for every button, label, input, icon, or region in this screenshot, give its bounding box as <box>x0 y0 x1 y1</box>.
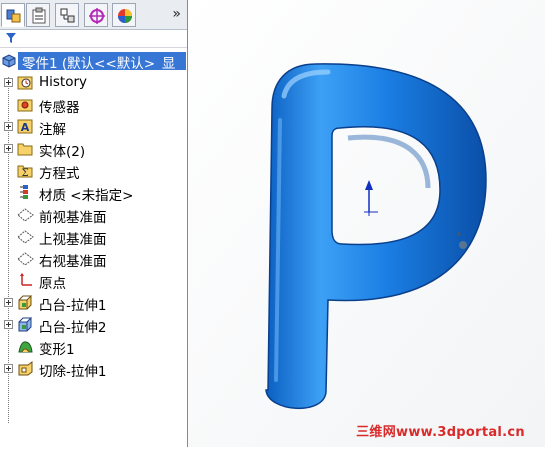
tab-displaymanager[interactable] <box>112 3 136 27</box>
deform-icon <box>18 341 33 353</box>
sensor-icon <box>17 99 33 112</box>
plane-icon <box>17 208 34 222</box>
history-icon <box>17 76 33 90</box>
svg-text:Σ: Σ <box>21 168 28 179</box>
tab-overflow-button[interactable]: » <box>172 6 181 22</box>
material-icon <box>20 185 28 199</box>
tree-item-label: 原点 <box>39 276 66 292</box>
tree-item-label: 材质 <未指定> <box>39 188 134 204</box>
filter-bar[interactable] <box>0 30 187 48</box>
tree-item-label: 注解 <box>39 122 66 138</box>
tree-item-material[interactable]: 材质 <未指定> <box>0 182 186 204</box>
tree-item-boss-extrude-1[interactable]: 凸台-拉伸1 <box>0 292 186 314</box>
tree-item-solid-bodies[interactable]: 实体(2) <box>0 138 186 160</box>
solid-bodies-folder-icon <box>17 143 33 156</box>
tab-configurationmanager[interactable] <box>55 3 79 27</box>
tree-item-origin[interactable]: 原点 <box>0 270 186 292</box>
equations-icon: Σ <box>17 165 33 179</box>
boss-extrude-icon <box>18 294 32 310</box>
tab-propertymanager[interactable] <box>26 3 50 27</box>
tree-item-label: 变形1 <box>39 342 75 358</box>
tree-item-equations[interactable]: Σ 方程式 <box>0 160 186 182</box>
tree-item-sensors[interactable]: 传感器 <box>0 94 186 116</box>
cut-extrude-icon <box>18 361 33 376</box>
expand-toggle[interactable] <box>4 298 13 307</box>
tree-item-cut-extrude-1[interactable]: 切除-拉伸1 <box>0 358 186 380</box>
tab-dimxpertmanager[interactable] <box>84 3 108 27</box>
tree-item-label: 上视基准面 <box>39 232 107 248</box>
expand-toggle[interactable] <box>4 122 13 131</box>
feature-manager-panel: » 零件1 (默认<<默认>_显 History 传感器 A 注解 实体(2) … <box>0 0 193 447</box>
svg-text:A: A <box>21 121 30 134</box>
tree-item-annotations[interactable]: A 注解 <box>0 116 186 138</box>
manager-tab-bar: » <box>0 0 187 30</box>
tree-item-boss-extrude-2[interactable]: 凸台-拉伸2 <box>0 314 186 336</box>
tab-featuremanager[interactable] <box>1 3 25 27</box>
expand-toggle[interactable] <box>4 364 13 373</box>
plane-icon <box>17 230 34 244</box>
tree-item-history[interactable]: History <box>0 72 186 94</box>
expand-toggle[interactable] <box>4 320 13 329</box>
boss-extrude-icon <box>18 316 32 332</box>
expand-toggle[interactable] <box>4 144 13 153</box>
watermark-text: 三维网www.3dportal.cn <box>356 425 525 440</box>
tree-item-label: 前视基准面 <box>39 210 107 226</box>
feature-tree-icon <box>6 9 21 23</box>
feature-tree: 零件1 (默认<<默认>_显 History 传感器 A 注解 实体(2) Σ … <box>0 49 186 447</box>
tree-item-right-plane[interactable]: 右视基准面 <box>0 248 186 270</box>
part-icon <box>2 54 16 68</box>
tree-item-label: 凸台-拉伸2 <box>39 320 107 336</box>
display-manager-icon <box>118 9 132 23</box>
annotation-icon: A <box>17 119 33 134</box>
tree-item-label: 实体(2) <box>39 144 86 160</box>
origin-icon <box>20 273 32 286</box>
filter-icon[interactable] <box>6 33 16 43</box>
property-manager-icon <box>32 7 46 24</box>
tree-item-top-plane[interactable]: 上视基准面 <box>0 226 186 248</box>
tree-item-label: 切除-拉伸1 <box>39 364 107 380</box>
tree-item-deform-1[interactable]: 变形1 <box>0 336 186 358</box>
tree-item-label: 右视基准面 <box>39 254 107 270</box>
tree-root-label: 零件1 (默认<<默认>_显 <box>22 56 176 72</box>
dimxpert-icon <box>89 8 105 24</box>
configuration-manager-icon <box>60 8 75 23</box>
plane-icon <box>17 252 34 266</box>
expand-toggle[interactable] <box>4 78 13 87</box>
tree-item-label: 传感器 <box>39 100 80 116</box>
tree-item-front-plane[interactable]: 前视基准面 <box>0 204 186 226</box>
tree-item-label: 凸台-拉伸1 <box>39 298 107 314</box>
letter-p-3d-model[interactable] <box>188 0 545 447</box>
graphics-viewport[interactable]: 三维网www.3dportal.cn <box>188 0 545 447</box>
tree-item-label: 方程式 <box>39 166 80 182</box>
tree-item-label: History <box>39 74 88 90</box>
tree-root-part[interactable]: 零件1 (默认<<默认>_显 <box>0 50 186 72</box>
